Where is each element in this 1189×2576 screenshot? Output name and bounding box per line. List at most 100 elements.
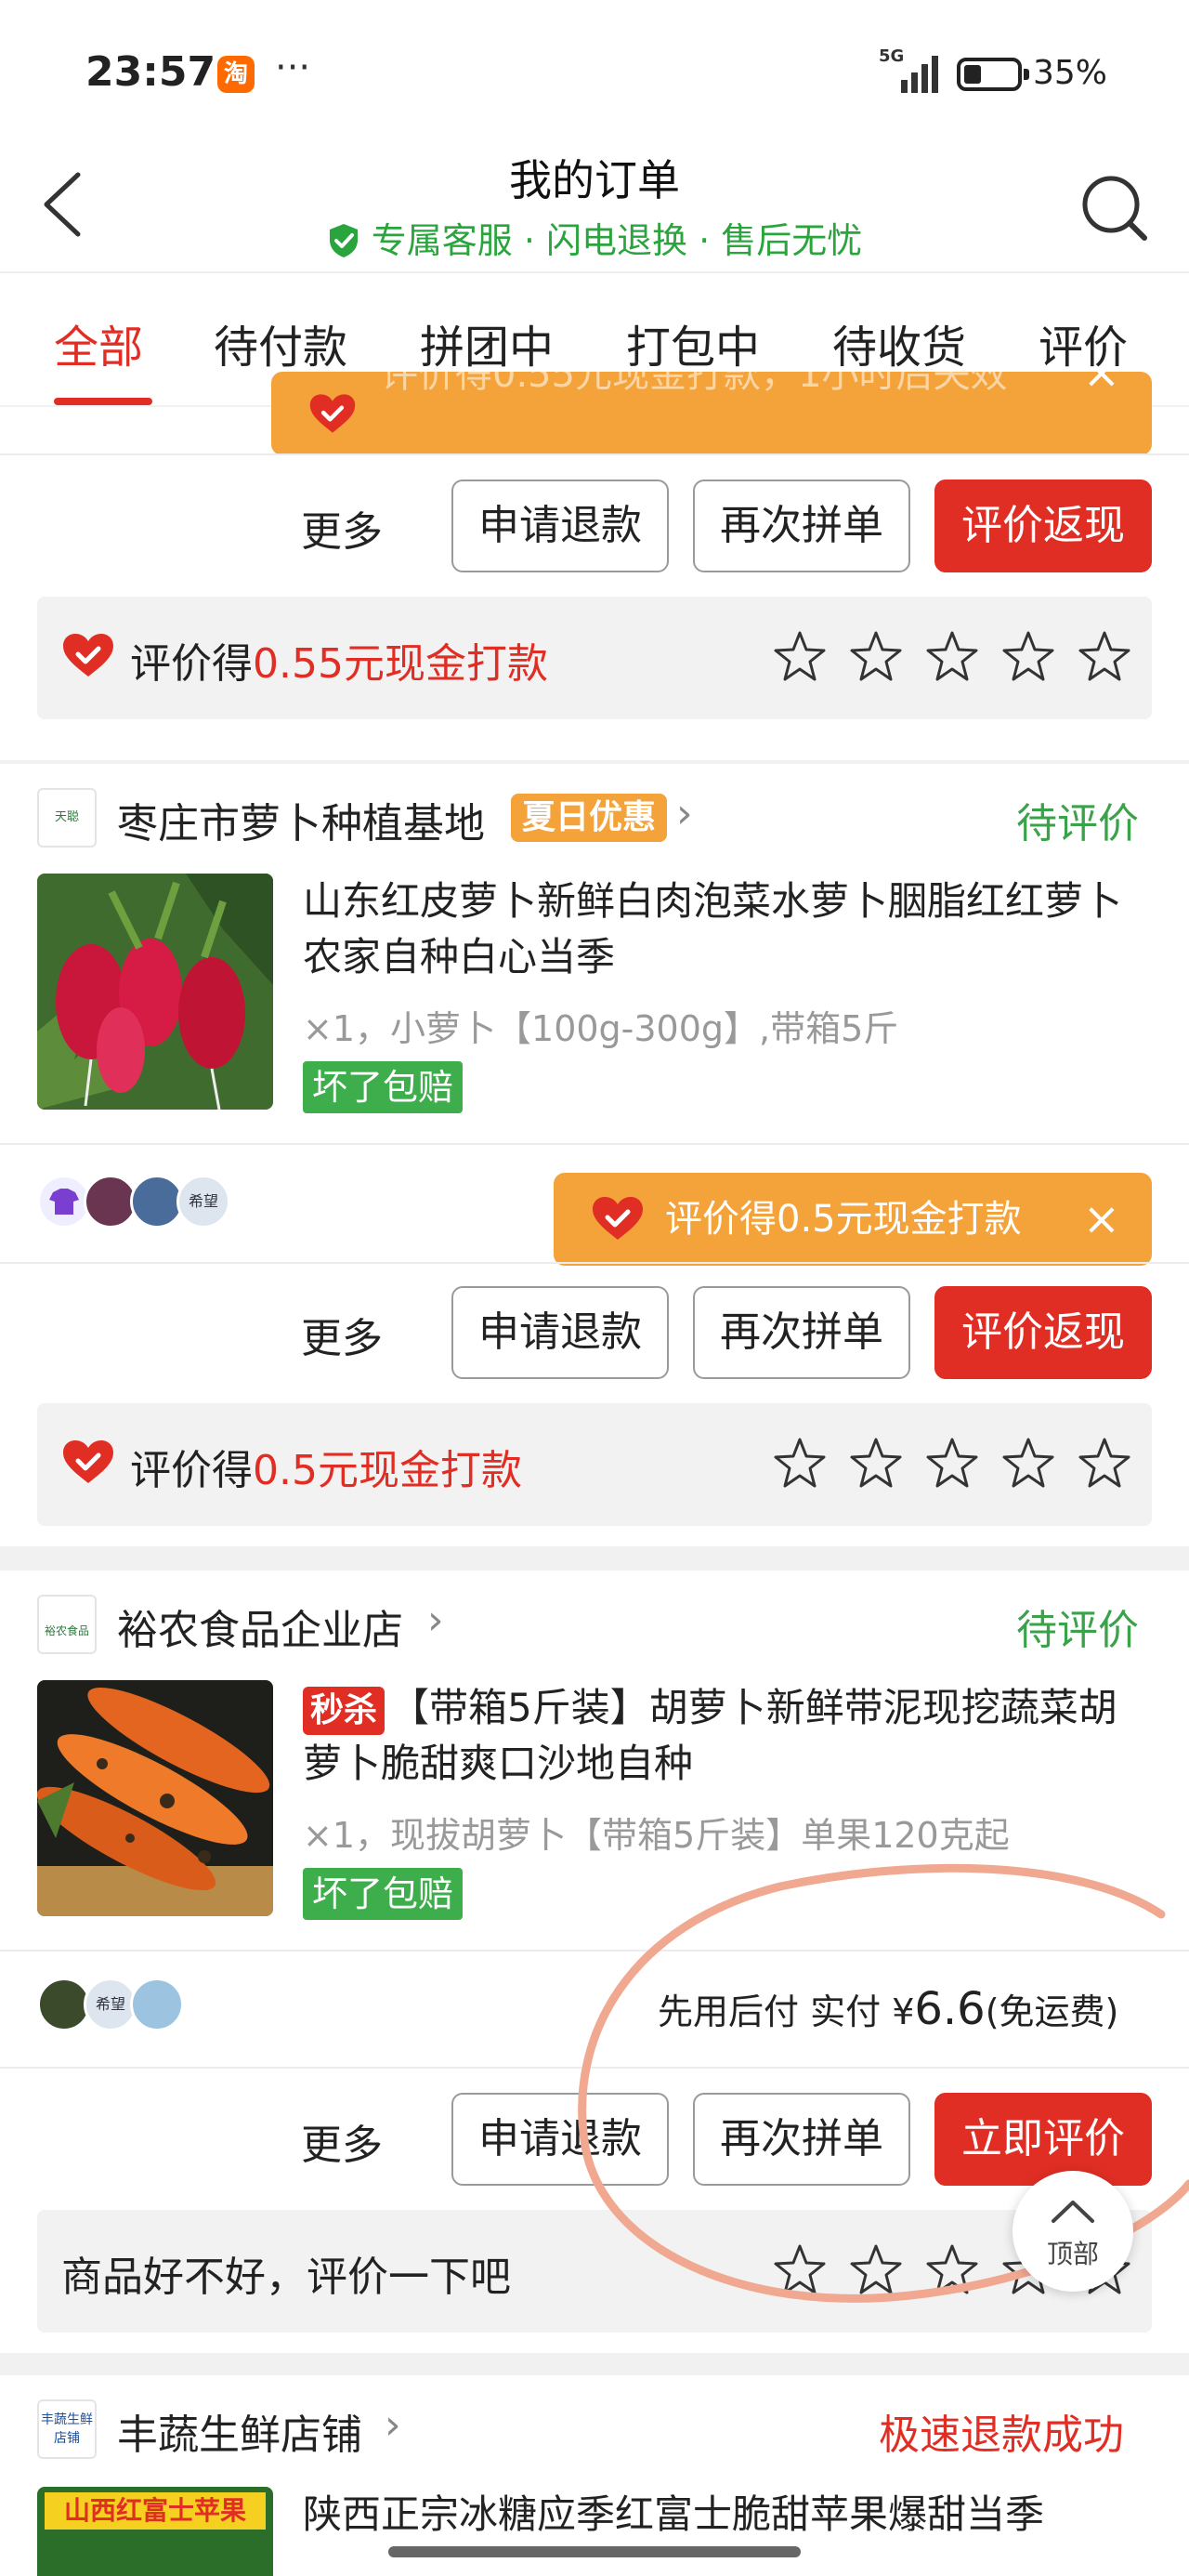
carrot-image [37, 1680, 273, 1916]
review-now-button[interactable]: 立即评价 [934, 2093, 1152, 2186]
rating-reward-text: 评价得0.5元现金打款 [130, 1447, 522, 1494]
order-status: 待评价 [1016, 1607, 1139, 1654]
shop-logo: 裕农食品 [37, 1595, 97, 1654]
divider [0, 453, 1189, 455]
more-button[interactable]: 更多 [301, 1305, 383, 1364]
product-image-apple[interactable]: 山西红富士苹果 [37, 2487, 273, 2576]
star-icon[interactable] [925, 630, 979, 684]
shop-logo: 丰蔬生鲜店铺 [37, 2399, 97, 2459]
paid-amount: 6.6 [914, 1983, 986, 2035]
tab-packing[interactable]: 打包中 [626, 310, 760, 375]
shop-name[interactable]: 枣庄市萝卜种植基地 [117, 790, 485, 849]
shop-name[interactable]: 丰蔬生鲜店铺 [117, 2401, 362, 2461]
pay-later-label: 先用后付 实付 [658, 1991, 882, 2032]
apply-refund-button[interactable]: 申请退款 [451, 2093, 669, 2186]
divider [0, 2067, 1189, 2069]
service-guarantee: 专属客服 · 闪电退换 · 售后无忧 [0, 212, 1189, 263]
home-indicator[interactable] [388, 2546, 801, 2557]
reorder-button[interactable]: 再次拼单 [693, 2093, 910, 2186]
reorder-button[interactable]: 再次拼单 [693, 480, 910, 572]
star-icon[interactable] [925, 2243, 979, 2297]
divider [0, 1950, 1189, 1952]
currency-symbol: ¥ [892, 1991, 915, 2032]
reorder-button[interactable]: 再次拼单 [693, 1286, 910, 1379]
tab-review[interactable]: 评价 [1039, 310, 1128, 375]
divider [0, 1143, 1189, 1145]
star-icon[interactable] [925, 1437, 979, 1491]
divider [0, 1262, 1189, 1264]
shop-logo: 天聪 [37, 788, 97, 848]
star-icon[interactable] [1078, 630, 1131, 684]
damage-compensation-badge: 坏了包赔 [303, 1868, 464, 1920]
star-icon[interactable] [849, 1437, 903, 1491]
chevron-right-icon[interactable]: › [676, 790, 693, 837]
battery-icon [957, 58, 1029, 91]
avatar: 希望 [176, 1175, 230, 1229]
radish-image [37, 874, 273, 1110]
review-cashback-button[interactable]: 评价返现 [934, 1286, 1152, 1379]
apply-refund-button[interactable]: 申请退款 [451, 1286, 669, 1379]
cashback-banner: 评价得0.5元现金打款 × [554, 1173, 1152, 1266]
more-button[interactable]: 更多 [301, 2111, 383, 2171]
more-button[interactable]: 更多 [301, 498, 383, 558]
product-image-label: 山西红富士苹果 [45, 2492, 266, 2530]
payment-summary: 先用后付 实付 ¥6.6(免运费) [658, 1983, 1118, 2035]
star-icon[interactable] [773, 1437, 827, 1491]
review-cashback-button[interactable]: 评价返现 [934, 480, 1152, 572]
group-avatars: 希望 [37, 1175, 260, 1234]
shop-name[interactable]: 裕农食品企业店 [117, 1597, 403, 1656]
star-icon[interactable] [849, 2243, 903, 2297]
shield-check-icon [329, 224, 358, 257]
star-icon[interactable] [1001, 630, 1055, 684]
more-notifications-icon: ··· [275, 46, 311, 89]
group-avatars: 希望 [37, 1978, 223, 2037]
star-icon[interactable] [849, 630, 903, 684]
product-title[interactable]: 秒杀 【带箱5斤装】胡萝卜新鲜带泥现挖蔬菜胡萝卜脆甜爽口沙地自种 [303, 1680, 1148, 1792]
signal-icon [901, 56, 938, 93]
chevron-right-icon[interactable]: › [385, 2401, 401, 2449]
tab-to-receive[interactable]: 待收货 [832, 310, 966, 375]
order-status: 待评价 [1016, 800, 1139, 848]
product-image-radish[interactable] [37, 874, 273, 1110]
back-to-top-button[interactable]: 顶部 [1013, 2171, 1133, 2292]
shipping-note: (免运费) [985, 1991, 1119, 2032]
product-image-carrot[interactable] [37, 1680, 273, 1916]
cashback-banner-text: 评价得0.5元现金打款 [665, 1198, 1022, 1241]
product-spec: ×1，小萝卜【100g-300g】,带箱5斤 [303, 1008, 899, 1049]
star-icon[interactable] [773, 2243, 827, 2297]
rating-reward-text: 评价得0.55元现金打款 [130, 640, 548, 688]
search-icon[interactable] [1078, 171, 1152, 245]
summer-promo-badge: 夏日优惠 [511, 794, 668, 842]
heart-icon [63, 1440, 113, 1483]
status-time: 23:57 [85, 48, 216, 96]
star-icon[interactable] [1001, 1437, 1055, 1491]
close-icon[interactable]: × [1083, 1173, 1120, 1266]
order-status: 极速退款成功 [879, 2412, 1124, 2459]
product-title[interactable]: 陕西正宗冰糖应季红富士脆甜苹果爆甜当季 [303, 2487, 1148, 2543]
damage-compensation-badge: 坏了包赔 [303, 1061, 464, 1113]
product-title[interactable]: 山东红皮萝卜新鲜白肉泡菜水萝卜胭脂红红萝卜农家自种白心当季 [303, 874, 1148, 985]
service-guarantee-text: 专属客服 · 闪电退换 · 售后无忧 [371, 220, 863, 261]
heart-icon [593, 1197, 643, 1240]
battery-percent: 35% [1033, 54, 1108, 92]
apply-refund-button[interactable]: 申请退款 [451, 480, 669, 572]
back-to-top-label: 顶部 [1046, 2239, 1099, 2269]
star-icon[interactable] [1078, 1437, 1131, 1491]
rating-prompt: 商品好不好，评价一下吧 [61, 2254, 511, 2301]
tab-all[interactable]: 全部 [54, 310, 143, 375]
tab-group-buying[interactable]: 拼团中 [420, 310, 554, 375]
heart-icon [309, 394, 356, 433]
chevron-right-icon[interactable]: › [427, 1597, 444, 1644]
tab-pending-payment[interactable]: 待付款 [214, 310, 347, 375]
cashback-banner: 评价得0.55元现金打款，1小时后失效 × [271, 372, 1152, 455]
flash-sale-tag: 秒杀 [303, 1687, 385, 1735]
product-spec: ×1，现拔胡萝卜【带箱5斤装】单果120克起 [303, 1815, 1010, 1856]
page-title: 我的订单 [509, 155, 680, 205]
star-icon[interactable] [773, 630, 827, 684]
chevron-up-icon [1052, 2201, 1094, 2223]
avatar [130, 1978, 184, 2031]
close-icon[interactable]: × [1083, 372, 1120, 414]
active-tab-indicator [54, 398, 152, 405]
taobao-app-icon: 淘 [217, 56, 255, 93]
cashback-banner-text: 评价得0.55元现金打款，1小时后失效 [381, 372, 1008, 396]
